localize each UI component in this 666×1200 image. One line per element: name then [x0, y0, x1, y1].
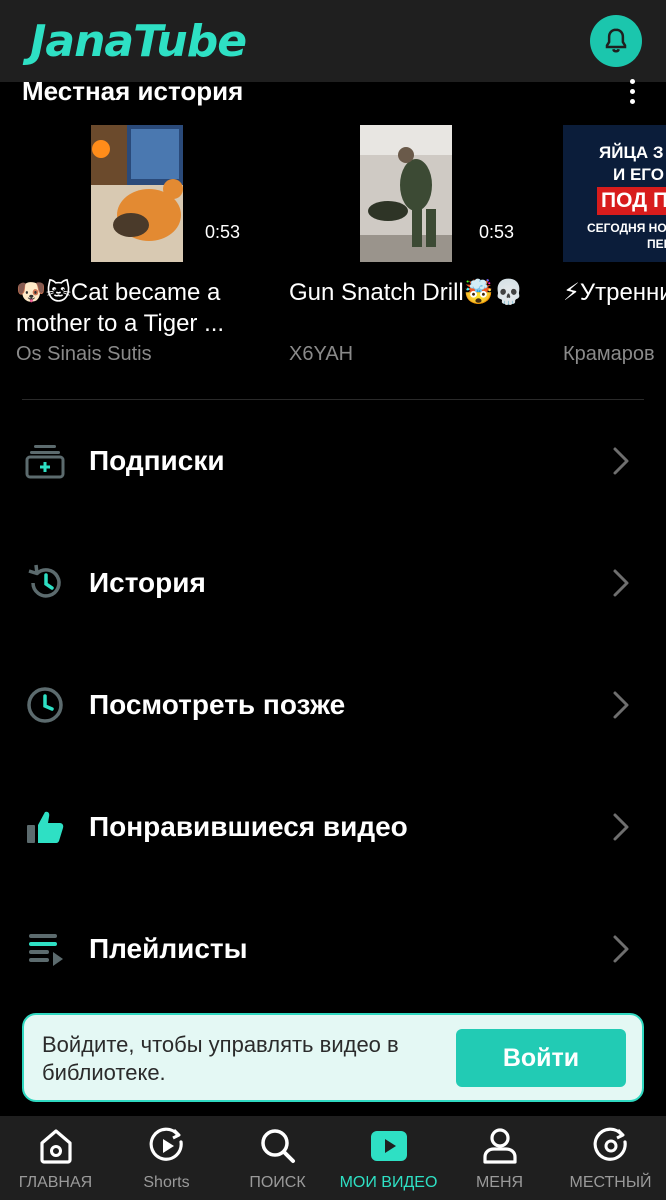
clock-icon — [24, 684, 66, 726]
chevron-right-icon — [608, 566, 634, 600]
thumbnail-text: ПЕР — [647, 237, 666, 251]
thumbnail-text: ЯЙЦА З — [599, 143, 664, 162]
section-title: Местная история — [22, 75, 244, 106]
menu-label: Посмотреть позже — [89, 689, 346, 720]
nav-item-my-videos[interactable]: МОИ ВИДЕО — [333, 1116, 444, 1200]
local-icon — [591, 1126, 631, 1166]
chevron-right-icon — [608, 688, 634, 722]
video-card[interactable]: 0:53 Gun Snatch Drill🤯💀 X6YAH — [289, 125, 549, 365]
menu-item-history[interactable]: История — [0, 522, 666, 644]
thumbnail-text: И ЕГО — [613, 165, 664, 184]
chevron-right-icon — [608, 932, 634, 966]
login-button[interactable]: Войти — [456, 1029, 626, 1087]
search-icon — [258, 1126, 298, 1166]
nav-label: ПОИСК — [249, 1174, 306, 1191]
bottom-navigation: ГЛАВНАЯ Shorts ПОИСК МОИ ВИДЕО МЕНЯ МЕСТ… — [0, 1116, 666, 1200]
chevron-right-icon — [608, 444, 634, 478]
menu-item-liked-videos[interactable]: Понравившиеся видео — [0, 766, 666, 888]
login-banner: Войдите, чтобы управлять видео в библиот… — [22, 1013, 644, 1102]
shorts-icon — [147, 1126, 187, 1166]
video-duration: 0:53 — [479, 222, 515, 242]
video-card[interactable]: ЯЙЦА З И ЕГО ПОД П СЕГОДНЯ НОЧ ПЕР ⚡Утре… — [563, 125, 666, 365]
nav-label: МЕСТНЫЙ — [569, 1174, 652, 1191]
library-play-icon — [369, 1126, 409, 1166]
nav-label: МОИ ВИДЕО — [339, 1174, 438, 1191]
thumbnail-text: ПОД П — [601, 189, 666, 212]
video-title[interactable]: 🐶🐱Cat became a mother to a Tiger ... — [16, 277, 276, 339]
menu-item-subscriptions[interactable]: Подписки — [0, 400, 666, 522]
chevron-right-icon — [608, 810, 634, 844]
video-card[interactable]: 0:53 🐶🐱Cat became a mother to a Tiger ..… — [16, 125, 276, 365]
subscriptions-icon — [24, 440, 66, 482]
nav-item-shorts[interactable]: Shorts — [111, 1116, 222, 1200]
menu-item-playlists[interactable]: Плейлисты — [0, 888, 666, 1010]
thumbs-up-icon — [24, 806, 66, 848]
login-prompt-text: Войдите, чтобы управлять видео в библиот… — [42, 1032, 399, 1085]
nav-item-home[interactable]: ГЛАВНАЯ — [0, 1116, 111, 1200]
playlist-icon — [24, 928, 66, 970]
nav-item-me[interactable]: МЕНЯ — [444, 1116, 555, 1200]
local-history-section-header: Местная история — [22, 74, 644, 108]
video-channel[interactable]: Крамаров — [563, 343, 655, 366]
notifications-button[interactable] — [590, 15, 642, 67]
video-thumbnail[interactable]: ЯЙЦА З И ЕГО ПОД П СЕГОДНЯ НОЧ ПЕР — [563, 125, 666, 262]
thumbnail-text: СЕГОДНЯ НОЧ — [587, 221, 666, 235]
menu-label: Понравившиеся видео — [89, 811, 408, 842]
app-logo[interactable]: JanaTube — [30, 16, 247, 67]
video-channel[interactable]: X6YAH — [289, 343, 353, 366]
nav-item-local[interactable]: МЕСТНЫЙ — [555, 1116, 666, 1200]
app-header: JanaTube — [0, 0, 666, 82]
nav-label: МЕНЯ — [475, 1174, 524, 1191]
nav-item-search[interactable]: ПОИСК — [222, 1116, 333, 1200]
video-duration: 0:53 — [205, 222, 241, 242]
video-title[interactable]: Gun Snatch Drill🤯💀 — [289, 277, 549, 308]
video-title[interactable]: ⚡Утренний выпуск н — [563, 277, 666, 308]
menu-item-watch-later[interactable]: Посмотреть позже — [0, 644, 666, 766]
history-icon — [24, 562, 66, 604]
home-icon — [36, 1126, 76, 1166]
video-thumbnail[interactable] — [360, 125, 452, 262]
bell-icon — [605, 28, 627, 53]
nav-label: Shorts — [143, 1174, 190, 1191]
nav-label: ГЛАВНАЯ — [18, 1174, 93, 1191]
video-channel[interactable]: Os Sinais Sutis — [16, 343, 152, 366]
menu-label: История — [89, 567, 206, 598]
menu-label: Плейлисты — [89, 933, 248, 964]
video-thumbnail[interactable] — [91, 125, 183, 262]
menu-label: Подписки — [89, 445, 225, 476]
more-vertical-icon[interactable] — [620, 76, 644, 106]
profile-icon — [480, 1126, 520, 1166]
video-carousel[interactable]: 0:53 🐶🐱Cat became a mother to a Tiger ..… — [0, 125, 666, 375]
